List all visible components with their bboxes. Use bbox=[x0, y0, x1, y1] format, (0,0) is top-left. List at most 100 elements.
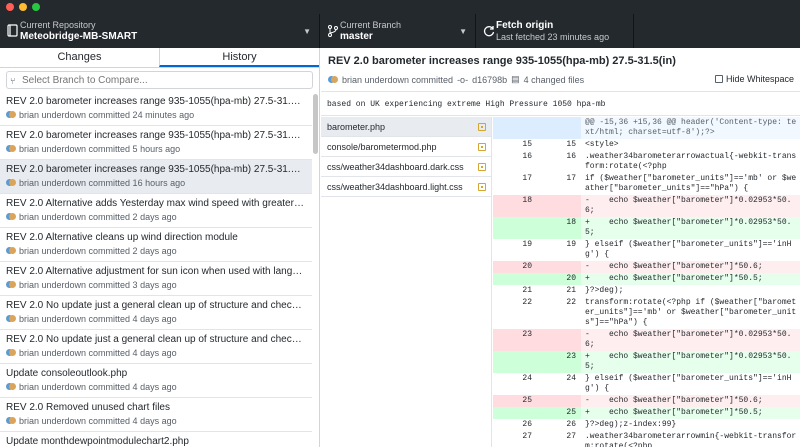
diff-line[interactable]: 22 22 transform:rotate(<?php if ($weather[… bbox=[493, 297, 800, 329]
commit-item[interactable]: REV 2.0 Alternative adds Yesterday max w… bbox=[0, 194, 312, 228]
commit-item[interactable]: REV 2.0 barometer increases range 935-10… bbox=[0, 92, 312, 126]
commit-description: based on UK experiencing extreme High Pr… bbox=[321, 92, 800, 116]
commit-title: Update consoleoutlook.php bbox=[6, 368, 128, 379]
current-repository-button[interactable]: Current Repository Meteobridge-MB-SMART … bbox=[0, 14, 320, 48]
commit-title: REV 2.0 No update just a general clean u… bbox=[6, 334, 306, 345]
fetch-status: Last fetched 23 minutes ago bbox=[496, 32, 610, 42]
commit-meta: brian underdown committed 2 days ago bbox=[6, 244, 306, 258]
commit-item[interactable]: REV 2.0 No update just a general clean u… bbox=[0, 330, 312, 364]
diff-line[interactable]: 23 - echo $weather["barometer"]*0.02953*5… bbox=[493, 329, 800, 351]
tab-changes[interactable]: Changes bbox=[0, 48, 159, 67]
old-line-number: 19 bbox=[493, 239, 537, 261]
branch-icon bbox=[328, 25, 338, 37]
old-line-number bbox=[493, 407, 537, 419]
modified-icon bbox=[478, 163, 486, 171]
commit-item[interactable]: REV 2.0 barometer increases range 935-10… bbox=[0, 160, 312, 194]
changed-file-item[interactable]: console/barometermod.php bbox=[321, 137, 491, 157]
new-line-number: 21 bbox=[537, 285, 581, 297]
commit-meta: brian underdown committed 4 days ago bbox=[6, 312, 306, 326]
diff-line[interactable]: 17 17 if ($weather["barometer_units"]=='mb… bbox=[493, 173, 800, 195]
diff-code: .weather34barometerarrowmin{-webkit-tran… bbox=[585, 432, 797, 447]
diff-line[interactable]: 24 24} elseif ($weather["barometer_units"… bbox=[493, 373, 800, 395]
commit-item[interactable]: REV 2.0 Alternative cleans up wind direc… bbox=[0, 228, 312, 262]
diff-line[interactable]: 18 + echo $weather["barometer"]*0.02953*5… bbox=[493, 217, 800, 239]
hide-whitespace-checkbox[interactable] bbox=[714, 75, 723, 83]
diff-line[interactable]: 16 16 .weather34barometerarrowactual{-webk… bbox=[493, 151, 800, 173]
branch-compare-filter: ⑂ bbox=[0, 68, 319, 92]
new-line-number: 23 bbox=[537, 351, 581, 373]
diff-line[interactable]: 18 - echo $weather["barometer"]*0.02953*5… bbox=[493, 195, 800, 217]
commit-item[interactable]: REV 2.0 Removed unused chart files brian … bbox=[0, 398, 312, 432]
avatar bbox=[6, 349, 16, 357]
new-line-number bbox=[537, 395, 581, 407]
branch-icon: ⑂ bbox=[10, 76, 16, 86]
sidebar: Changes History ⑂ REV 2.0 barometer incr… bbox=[0, 48, 320, 447]
hide-whitespace-label: Hide Whitespace bbox=[725, 74, 794, 84]
title-bar bbox=[0, 0, 800, 14]
diff-line[interactable]: 26 26}?>deg);z-index:99} bbox=[493, 419, 800, 431]
commit-title: REV 2.0 barometer increases range 935-10… bbox=[6, 96, 306, 107]
avatar bbox=[6, 145, 16, 153]
commit-item[interactable]: REV 2.0 Alternative adjustment for sun i… bbox=[0, 262, 312, 296]
diff-line[interactable]: 25 + echo $weather["barometer"]*50.5; bbox=[493, 407, 800, 419]
commit-meta: brian underdown committed 4 days ago bbox=[6, 380, 306, 394]
diff-code: + echo $weather["barometer"]*50.5; bbox=[581, 407, 800, 419]
commit-sha[interactable]: d16798b bbox=[472, 75, 507, 85]
diff-code: - echo $weather["barometer"]*50.6; bbox=[581, 261, 800, 273]
diff-line[interactable]: 21 21}?>deg); bbox=[493, 285, 800, 297]
commit-meta: brian underdown committed 4 days ago bbox=[6, 346, 306, 360]
changed-file-item[interactable]: css/weather34dashboard.light.css bbox=[321, 177, 491, 197]
old-line-number bbox=[493, 117, 537, 139]
github-desktop-window: Current Repository Meteobridge-MB-SMART … bbox=[0, 0, 800, 447]
minimize-window-button[interactable] bbox=[19, 3, 27, 11]
new-line-number: 16 bbox=[537, 151, 581, 173]
changed-file-item[interactable]: css/weather34dashboard.dark.css bbox=[321, 157, 491, 177]
diff-line[interactable]: 20 - echo $weather["barometer"]*50.6; bbox=[493, 261, 800, 273]
diff-line[interactable]: 20 + echo $weather["barometer"]*50.5; bbox=[493, 273, 800, 285]
diff-code: } elseif ($weather["barometer_units"]=='… bbox=[585, 374, 792, 393]
commit-item[interactable]: REV 2.0 barometer increases range 935-10… bbox=[0, 126, 312, 160]
fetch-origin-button[interactable]: Fetch origin Last fetched 23 minutes ago bbox=[476, 14, 634, 48]
branch-compare-input[interactable] bbox=[6, 71, 313, 89]
changed-files-list: barometer.php console/barometermod.php c… bbox=[321, 117, 492, 447]
new-line-number: 26 bbox=[537, 419, 581, 431]
chevron-down-icon: ▼ bbox=[303, 27, 311, 36]
old-line-number: 23 bbox=[493, 329, 537, 351]
diff-view[interactable]: @@ -15,36 +15,36 @@ header('Content-type… bbox=[493, 117, 800, 447]
file-path: barometer.php bbox=[327, 122, 386, 132]
diff-code: transform:rotate(<?php if ($weather["bar… bbox=[585, 298, 797, 327]
commit-item[interactable]: REV 2.0 No update just a general clean u… bbox=[0, 296, 312, 330]
new-line-number: 17 bbox=[537, 173, 581, 195]
branch-name: master bbox=[340, 31, 373, 42]
commit-detail: REV 2.0 barometer increases range 935-10… bbox=[321, 48, 800, 447]
tab-history[interactable]: History bbox=[159, 48, 319, 67]
commit-item[interactable]: Update monthdewpointmodulechart2.php bbox=[0, 432, 312, 447]
changed-file-item[interactable]: barometer.php bbox=[321, 117, 491, 137]
sidebar-tabs: Changes History bbox=[0, 48, 319, 68]
diff-line[interactable]: 19 19} elseif ($weather["barometer_units"… bbox=[493, 239, 800, 261]
diff-code: }?>deg); bbox=[585, 286, 624, 295]
avatar bbox=[6, 111, 16, 119]
diff-line[interactable]: 15 15 <style> bbox=[493, 139, 800, 151]
commit-item[interactable]: Update consoleoutlook.php brian underdown… bbox=[0, 364, 312, 398]
commit-list-scrollbar[interactable] bbox=[313, 94, 318, 154]
commit-title: REV 2.0 Alternative adds Yesterday max w… bbox=[6, 198, 306, 209]
zoom-window-button[interactable] bbox=[32, 3, 40, 11]
repo-name: Meteobridge-MB-SMART bbox=[20, 31, 138, 42]
diff-line[interactable]: 27 27 .weather34barometerarrowmin{-webkit-… bbox=[493, 431, 800, 447]
diff-line[interactable]: 23 + echo $weather["barometer"]*0.02953*5… bbox=[493, 351, 800, 373]
hide-whitespace-toggle[interactable]: Hide Whitespace bbox=[714, 74, 794, 84]
commit-title: REV 2.0 barometer increases range 935-10… bbox=[6, 130, 306, 141]
close-window-button[interactable] bbox=[6, 3, 14, 11]
modified-icon bbox=[478, 143, 486, 151]
diff-code: + echo $weather["barometer"]*0.02953*50.… bbox=[581, 351, 800, 373]
commit-header: REV 2.0 barometer increases range 935-10… bbox=[321, 48, 800, 92]
old-line-number bbox=[493, 273, 537, 285]
repo-label: Current Repository bbox=[20, 20, 96, 30]
diff-code: } elseif ($weather["barometer_units"]=='… bbox=[585, 240, 792, 259]
diff-hunk-header[interactable]: @@ -15,36 +15,36 @@ header('Content-type… bbox=[493, 117, 800, 139]
diff-line[interactable]: 25 - echo $weather["barometer"]*50.6; bbox=[493, 395, 800, 407]
new-line-number: 20 bbox=[537, 273, 581, 285]
old-line-number: 27 bbox=[493, 431, 537, 447]
current-branch-button[interactable]: Current Branch master ▼ bbox=[320, 14, 476, 48]
